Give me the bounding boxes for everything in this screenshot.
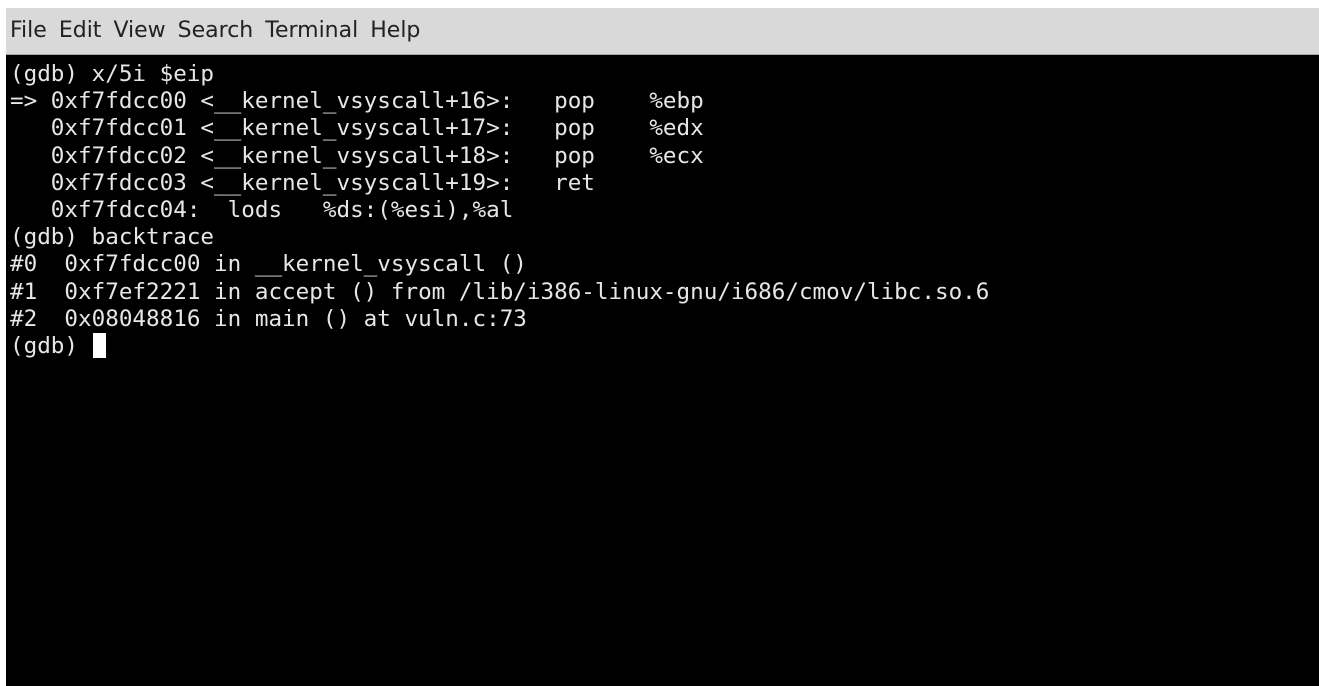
terminal-line-disasm: 0xf7fdcc01 <__kernel_vsyscall+17>: pop %… — [10, 115, 704, 142]
menu-terminal[interactable]: Terminal — [265, 20, 358, 42]
text-cursor — [92, 332, 106, 358]
terminal-line-disasm-current: => 0xf7fdcc00 <__kernel_vsyscall+16>: po… — [10, 88, 704, 115]
menu-edit[interactable]: Edit — [59, 20, 102, 42]
terminal-line-disasm: 0xf7fdcc04: lods %ds:(%esi),%al — [10, 196, 514, 223]
menu-file[interactable]: File — [10, 20, 47, 42]
terminal-line-backtrace-command: (gdb) backtrace — [10, 224, 215, 251]
terminal-line-frame: #2 0x08048816 in main () at vuln.c:73 — [10, 305, 527, 332]
terminal-area[interactable]: (gdb) x/5i $eip => 0xf7fdcc00 <__kernel_… — [6, 55, 1319, 686]
terminal-line-disasm: 0xf7fdcc02 <__kernel_vsyscall+18>: pop %… — [10, 142, 704, 169]
terminal-line-x5i-command: (gdb) x/5i $eip — [10, 61, 215, 87]
terminal-window: File Edit View Search Terminal Help (gdb… — [0, 0, 1319, 686]
terminal-prompt-line[interactable]: (gdb) — [10, 332, 989, 360]
menu-view[interactable]: View — [113, 20, 165, 42]
gdb-prompt: (gdb) — [10, 332, 92, 359]
terminal-line-disasm: 0xf7fdcc03 <__kernel_vsyscall+19>: ret — [10, 169, 595, 196]
terminal-line-frame: #1 0xf7ef2221 in accept () from /lib/i38… — [10, 278, 990, 305]
terminal-line-frame: #0 0xf7fdcc00 in __kernel_vsyscall () — [10, 251, 527, 278]
terminal-output: (gdb) x/5i $eip => 0xf7fdcc00 <__kernel_… — [10, 61, 989, 360]
menu-help[interactable]: Help — [370, 20, 420, 42]
menu-bar: File Edit View Search Terminal Help — [6, 8, 1319, 55]
menu-search[interactable]: Search — [178, 20, 254, 42]
